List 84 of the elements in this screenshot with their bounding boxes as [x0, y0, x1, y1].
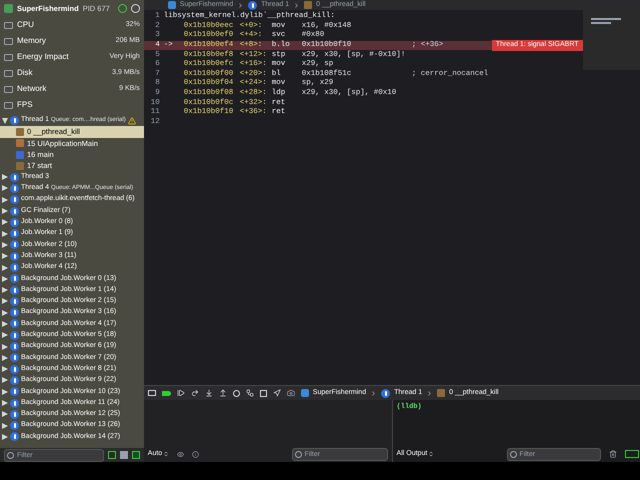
thread-icon [10, 432, 19, 442]
thread-icon [10, 330, 19, 340]
thread-icon [10, 218, 19, 227]
eye-icon[interactable] [177, 450, 184, 458]
filter-icon [510, 450, 517, 458]
thread-icon [10, 252, 19, 261]
disclosure-triangle-icon[interactable] [2, 174, 8, 180]
thread-icon [381, 388, 390, 398]
disclosure-triangle-icon[interactable] [2, 298, 8, 304]
thread-icon [10, 364, 19, 374]
camera-icon[interactable] [286, 389, 295, 397]
split-view-icon[interactable] [624, 450, 639, 458]
app-icon [300, 389, 309, 397]
thread-icon [10, 296, 19, 306]
chevron-icon [370, 390, 378, 396]
disclosure-triangle-icon[interactable] [2, 320, 8, 327]
filter-icon [294, 450, 302, 458]
thread-icon [10, 116, 19, 126]
thread-icon [10, 184, 19, 193]
disclosure-triangle-icon[interactable] [2, 388, 8, 395]
thread-icon [10, 421, 19, 430]
thread-icon [10, 398, 19, 408]
gauge-label[interactable]: Network [17, 83, 46, 95]
frame-icon [304, 1, 312, 9]
chevron-icon [293, 2, 300, 8]
disclosure-triangle-icon[interactable] [2, 253, 8, 260]
disclosure-triangle-icon[interactable] [2, 208, 8, 214]
thread-icon [10, 229, 19, 238]
hide-panel-icon[interactable] [148, 390, 156, 396]
breakpoints-icon[interactable] [162, 390, 171, 396]
disclosure-triangle-icon[interactable] [2, 118, 8, 124]
disclosure-triangle-icon[interactable] [2, 276, 8, 282]
disclosure-triangle-icon[interactable] [2, 400, 8, 406]
disclosure-triangle-icon[interactable] [2, 366, 8, 372]
thread-icon [10, 308, 19, 318]
disclosure-triangle-icon[interactable] [2, 344, 8, 350]
step-over-icon[interactable] [190, 389, 199, 397]
thread-icon [10, 172, 19, 182]
thread-icon [10, 206, 19, 216]
thread-icon [10, 195, 19, 204]
thread-icon [10, 319, 19, 328]
disclosure-triangle-icon[interactable] [2, 230, 8, 237]
disclosure-triangle-icon[interactable] [2, 287, 8, 294]
disclosure-triangle-icon[interactable] [2, 354, 8, 361]
disclosure-triangle-icon[interactable] [2, 422, 8, 429]
disclosure-triangle-icon[interactable] [2, 377, 8, 384]
disclosure-triangle-icon[interactable] [2, 332, 8, 338]
thread-icon [10, 286, 19, 295]
chevron-icon [237, 2, 244, 8]
step-out-icon[interactable] [218, 389, 227, 397]
thread-icon [10, 387, 19, 396]
disclosure-triangle-icon[interactable] [2, 264, 8, 270]
thread-icon [10, 342, 19, 352]
disclosure-triangle-icon[interactable] [2, 196, 8, 203]
thread-icon [10, 376, 19, 385]
thread-icon [10, 263, 19, 272]
thread-icon [10, 274, 19, 284]
thread-icon [10, 410, 19, 419]
gauge-label[interactable]: Disk [17, 67, 33, 79]
gauge-label[interactable]: Energy Impact [17, 51, 69, 63]
chevron-icon [426, 390, 434, 396]
filter-icon [7, 452, 14, 458]
app-icon [4, 4, 13, 13]
gauge-label[interactable]: Memory [17, 35, 46, 47]
continue-icon[interactable] [176, 389, 185, 397]
memory-graph-icon[interactable] [246, 389, 254, 397]
frame-icon [437, 389, 446, 397]
thread-icon [10, 353, 19, 362]
trash-icon[interactable] [608, 450, 617, 458]
disclosure-triangle-icon[interactable] [2, 434, 8, 440]
thread-icon [248, 0, 258, 10]
gauge-label[interactable]: CPU [17, 19, 34, 31]
disclosure-triangle-icon[interactable] [2, 310, 8, 316]
disclosure-triangle-icon[interactable] [2, 242, 8, 248]
disclosure-triangle-icon[interactable] [2, 185, 8, 192]
disclosure-triangle-icon[interactable] [2, 411, 8, 418]
gauge-label[interactable]: FPS [17, 99, 33, 111]
thread-icon [10, 240, 19, 250]
disclosure-triangle-icon[interactable] [2, 219, 8, 226]
step-into-icon[interactable] [204, 389, 213, 397]
location-icon[interactable] [272, 389, 281, 397]
info-icon[interactable] [192, 450, 200, 458]
app-icon [168, 1, 176, 9]
warning-icon [128, 116, 136, 125]
